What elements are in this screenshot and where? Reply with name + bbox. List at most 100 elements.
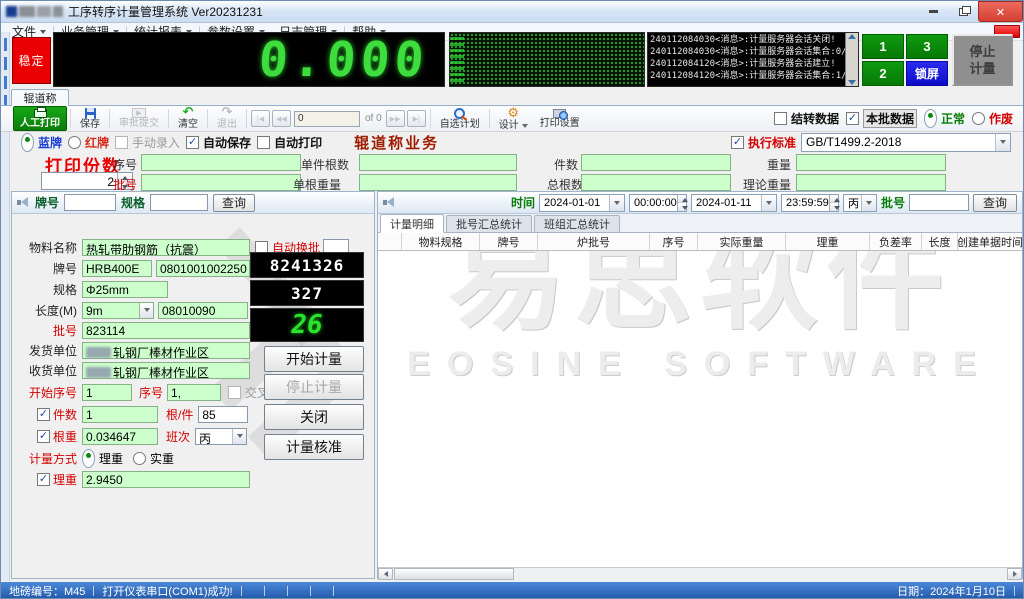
quick-button-1[interactable]: 1 [862,34,904,59]
select-plan-button[interactable]: 自选计划 [434,106,486,131]
col-heat-batch[interactable]: 炉批号 [538,233,650,250]
heat-batch-field[interactable]: 823114 [82,322,250,339]
from-date-select[interactable]: 2024-01-01 [539,194,625,212]
weight-field[interactable] [796,154,946,171]
approve-submit-button[interactable]: 审批提交 [113,106,165,131]
to-time-stepper[interactable]: 23:59:59 [781,194,839,212]
standard-checkbox[interactable]: 执行标准 [731,134,796,151]
scrollbar-thumb[interactable] [394,568,514,580]
print-settings-button[interactable]: 打印设置 [534,106,586,131]
shift-filter-select[interactable]: 丙 [843,194,877,212]
seq-field[interactable] [141,154,301,171]
design-button[interactable]: 设计 [493,106,534,131]
lock-screen-button[interactable]: 锁屏 [906,61,948,86]
bar-weight-check-label[interactable]: 根重 [12,428,82,445]
total-bars-field[interactable] [581,174,731,191]
carryover-checkbox[interactable]: 结转数据 [774,110,839,127]
grade-code-field[interactable]: 0801001002250 [156,260,250,277]
pieces-field[interactable] [581,154,731,171]
mode-actual-radio[interactable]: 实重 [133,450,174,467]
collapse-panel-icon[interactable] [17,197,30,208]
save-button[interactable]: 保存 [74,106,106,131]
scroll-left-button[interactable] [378,568,393,580]
nav-first-button[interactable]: |◀ [251,110,270,127]
nav-record-input[interactable]: 0 [294,111,360,127]
theory-check-label[interactable]: 理重 [12,471,82,488]
restore-button[interactable] [948,1,978,22]
stop-measure-form-button[interactable]: 停止计量 [264,374,364,400]
grade-field[interactable]: HRB400E [82,260,152,277]
log-scrollbar[interactable] [845,33,858,86]
cross-checkbox[interactable]: 交叉 [228,384,269,401]
red-tag-radio[interactable]: 红牌 [68,134,109,151]
bar-unit-weight-field[interactable]: 0.034647 [82,428,158,445]
nav-next-button[interactable]: ▶▶ [386,110,405,127]
theory-weight-value-field[interactable]: 2.9450 [82,471,250,488]
right-panel-header: 时间 2024-01-01 00:00:00 2024-01-11 23:59:… [378,192,1022,214]
nav-last-button[interactable]: ▶| [407,110,426,127]
col-material-spec[interactable]: 物料规格 [402,233,480,250]
normal-radio[interactable]: 正常 [924,109,965,128]
pieces-check-label[interactable]: 件数 [12,406,82,423]
blue-tag-radio[interactable]: 蓝牌 [21,133,62,152]
start-seq-field[interactable]: 1 [82,384,132,401]
pieces-count-field[interactable]: 1 [82,406,158,423]
tab-shift-summary[interactable]: 班组汇总统计 [534,215,620,232]
clear-button[interactable]: 清空 [172,106,204,131]
scale-id-status: 地磅编号：M45 [9,583,85,599]
receiver-field[interactable]: 轧钢厂棒材作业区 [82,362,250,379]
standard-select[interactable]: GB/T1499.2-2018 [801,133,1011,152]
material-field[interactable]: 热轧带肋钢筋（抗震） [82,239,250,256]
col-grade[interactable]: 牌号 [480,233,538,250]
to-date-select[interactable]: 2024-01-11 [691,194,777,212]
batch-filter-input[interactable] [909,194,969,211]
batch-field[interactable] [141,174,301,191]
length-select[interactable]: 9m [82,302,154,319]
col-theory-weight[interactable]: 理重 [786,233,870,250]
horizontal-scrollbar[interactable] [378,567,1022,580]
scroll-right-button[interactable] [1007,568,1022,580]
shift-select[interactable]: 丙 [195,428,247,445]
col-actual-weight[interactable]: 实际重量 [698,233,786,250]
quick-button-3[interactable]: 3 [906,34,948,59]
close-form-button[interactable]: 关闭 [264,404,364,430]
seq-field2[interactable]: 1, [167,384,221,401]
col-seq[interactable]: 序号 [650,233,698,250]
auto-print-checkbox[interactable]: 自动打印 [257,134,322,151]
current-batch-checkbox[interactable]: 本批数据 [846,109,917,128]
bar-weight-field[interactable] [359,174,517,191]
spec-search-input[interactable] [150,194,208,211]
left-query-button[interactable]: 查询 [213,194,255,212]
bars-per-piece-field[interactable]: 85 [198,406,248,423]
right-query-button[interactable]: 查询 [973,194,1017,212]
redacted-text [86,367,111,378]
sender-field[interactable]: 轧钢厂棒材作业区 [82,342,250,359]
close-button[interactable] [978,1,1023,22]
tab-measure-detail[interactable]: 计量明细 [380,214,444,233]
verify-measure-button[interactable]: 计量核准 [264,434,364,460]
length-code-field[interactable]: 08010090 [158,302,248,319]
void-radio[interactable]: 作废 [972,110,1013,127]
col-created-time[interactable]: 创建单据时间 [958,233,1022,250]
spec-field[interactable]: Φ25mm [82,281,168,298]
nav-prev-button[interactable]: ◀◀ [272,110,291,127]
col-length[interactable]: 长度 [922,233,958,250]
auto-save-checkbox[interactable]: 自动保存 [186,134,251,151]
stop-measure-button[interactable]: 停止计量 [952,34,1013,86]
col-neg-tolerance[interactable]: 负差率 [870,233,922,250]
from-time-stepper[interactable]: 00:00:00 [629,194,687,212]
records-table-body[interactable]: 易思软件 EOSINE SOFTWARE [378,251,1022,567]
start-measure-button[interactable]: 开始计量 [264,346,364,372]
quick-button-2[interactable]: 2 [862,61,904,86]
pieces-bars-field[interactable] [359,154,517,171]
collapse-panel-icon[interactable] [383,197,396,208]
mode-theory-radio[interactable]: 理重 [82,449,123,468]
manual-print-button[interactable]: 人工打印 [13,106,67,131]
manual-entry-checkbox[interactable]: 手动录入 [115,134,180,151]
exit-button[interactable]: 退出 [211,106,243,131]
theory-weight-field[interactable] [796,174,946,191]
grade-search-input[interactable] [64,194,116,211]
tab-batch-summary[interactable]: 批号汇总统计 [446,215,532,232]
tab-roller-scale[interactable]: 辊道称 [11,89,69,106]
minimize-button[interactable] [918,1,948,22]
